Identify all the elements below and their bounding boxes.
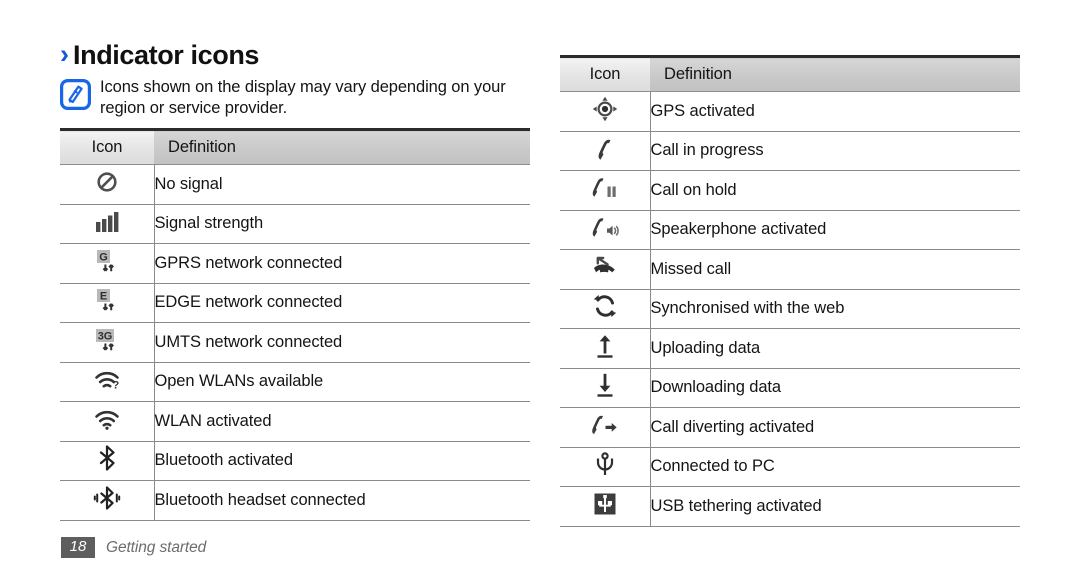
table-row: G GPRS network connected (60, 243, 530, 284)
page-number-badge: 18 (61, 537, 95, 558)
table-row: Bluetooth activated (60, 441, 530, 481)
column-header-icon: Icon (60, 129, 154, 165)
definition-cell: Signal strength (154, 204, 530, 244)
note-pencil-icon (60, 79, 91, 110)
call-on-hold-icon (560, 170, 651, 211)
speakerphone-icon (560, 210, 651, 250)
indicator-table-left: Icon Definition No signal Signal strengt… (60, 128, 530, 521)
definition-cell: Open WLANs available (154, 362, 530, 402)
usb-tethering-icon (560, 486, 651, 527)
table-row: Downloading data (560, 368, 1020, 408)
table-row: Call on hold (560, 170, 1020, 211)
gps-icon (560, 91, 651, 132)
usb-connected-icon (560, 447, 651, 487)
definition-cell: Connected to PC (650, 447, 1020, 487)
table-row: Call diverting activated (560, 407, 1020, 448)
missed-call-icon (560, 249, 651, 290)
wlan-activated-icon (60, 401, 155, 442)
no-signal-icon (60, 164, 155, 205)
bluetooth-icon (60, 441, 155, 481)
note-callout: Icons shown on the display may vary depe… (60, 77, 530, 119)
definition-cell: Call in progress (650, 131, 1020, 171)
column-header-definition: Definition (650, 56, 1020, 92)
table-row: WLAN activated (60, 401, 530, 442)
table-row: Signal strength (60, 204, 530, 244)
definition-cell: Call on hold (650, 170, 1020, 211)
call-diverting-icon (560, 407, 651, 448)
definition-cell: Bluetooth activated (154, 441, 530, 481)
upload-icon (560, 328, 651, 369)
definition-cell: GPRS network connected (154, 243, 530, 284)
sync-web-icon (560, 289, 651, 329)
call-in-progress-icon (560, 131, 651, 171)
table-row: E EDGE network connected (60, 283, 530, 323)
svg-text:E: E (100, 291, 107, 303)
umts-network-icon: 3G (60, 322, 155, 363)
table-header-row: Icon Definition (560, 56, 1020, 92)
definition-cell: Bluetooth headset connected (154, 480, 530, 521)
definition-cell: WLAN activated (154, 401, 530, 442)
definition-cell: Synchronised with the web (650, 289, 1020, 329)
heading-label: Indicator icons (73, 40, 260, 70)
definition-cell: UMTS network connected (154, 322, 530, 363)
definition-cell: EDGE network connected (154, 283, 530, 323)
table-row: Missed call (560, 249, 1020, 290)
table-header-row: Icon Definition (60, 129, 530, 165)
indicator-table-right: Icon Definition GPS activated Call in pr… (560, 55, 1020, 527)
table-row: Speakerphone activated (560, 210, 1020, 250)
signal-strength-icon (60, 204, 155, 244)
column-header-definition: Definition (154, 129, 530, 165)
table-row: Synchronised with the web (560, 289, 1020, 329)
table-row: Connected to PC (560, 447, 1020, 487)
definition-cell: Speakerphone activated (650, 210, 1020, 250)
definition-cell: GPS activated (650, 91, 1020, 132)
table-row: 3G UMTS network connected (60, 322, 530, 363)
definition-cell: Call diverting activated (650, 407, 1020, 448)
svg-text:?: ? (112, 379, 119, 391)
table-row: Bluetooth headset connected (60, 480, 530, 521)
svg-text:G: G (99, 251, 107, 263)
download-icon (560, 368, 651, 408)
chevron-right-icon: › (60, 39, 69, 69)
edge-network-icon: E (60, 283, 155, 323)
gprs-network-icon: G (60, 243, 155, 284)
table-row: No signal (60, 164, 530, 205)
svg-text:3G: 3G (98, 330, 112, 342)
right-column: Icon Definition GPS activated Call in pr… (560, 55, 1020, 527)
definition-cell: Uploading data (650, 328, 1020, 369)
open-wlan-icon: ? (60, 362, 155, 402)
table-row: Call in progress (560, 131, 1020, 171)
page-footer: 18 Getting started (61, 537, 206, 558)
definition-cell: No signal (154, 164, 530, 205)
left-column: › Indicator icons Icons shown on the dis… (60, 40, 530, 521)
table-row: USB tethering activated (560, 486, 1020, 527)
table-row: ? Open WLANs available (60, 362, 530, 402)
page-title: › Indicator icons (60, 40, 530, 71)
definition-cell: USB tethering activated (650, 486, 1020, 527)
table-row: Uploading data (560, 328, 1020, 369)
footer-section-label: Getting started (106, 538, 207, 556)
column-header-icon: Icon (560, 56, 650, 92)
note-text: Icons shown on the display may vary depe… (100, 78, 506, 117)
table-row: GPS activated (560, 91, 1020, 132)
bluetooth-headset-icon (60, 480, 155, 521)
definition-cell: Downloading data (650, 368, 1020, 408)
definition-cell: Missed call (650, 249, 1020, 290)
